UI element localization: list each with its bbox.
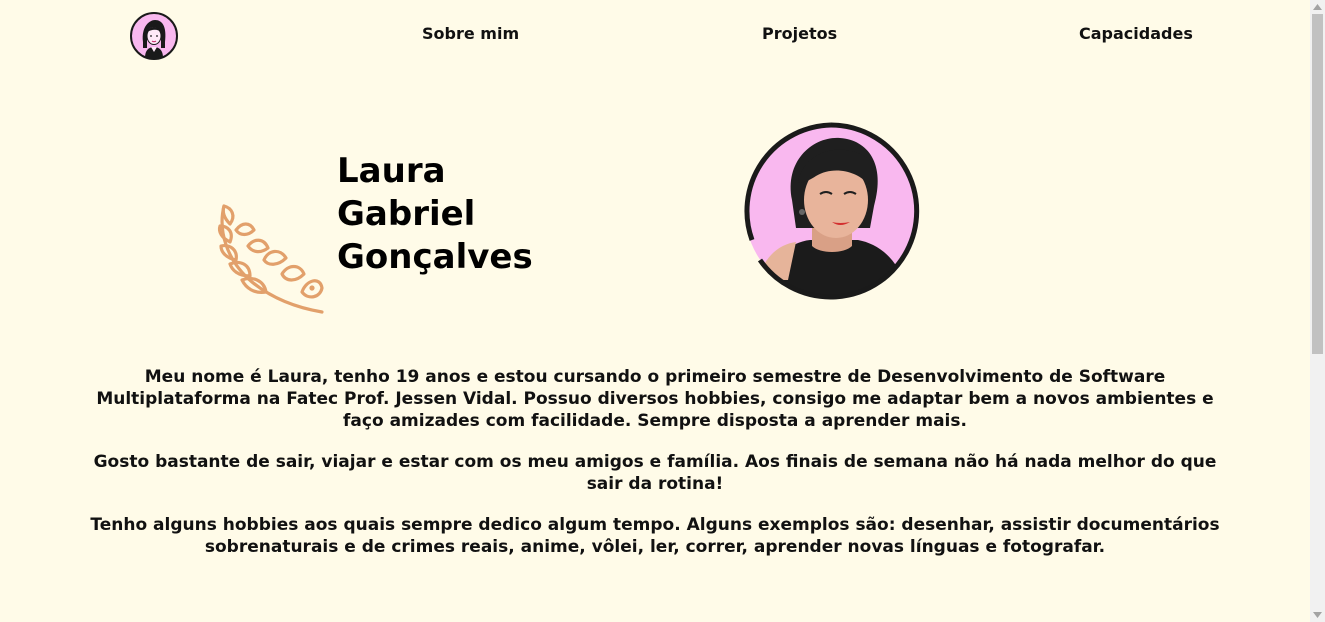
about-section: Meu nome é Laura, tenho 19 anos e estou … <box>90 366 1220 577</box>
hero-name-middle: Gabriel <box>337 194 476 234</box>
vertical-scrollbar[interactable] <box>1310 0 1325 622</box>
page: Sobre mim Projetos Capacidades Laura Gab… <box>0 0 1310 622</box>
about-paragraph-1: Meu nome é Laura, tenho 19 anos e estou … <box>96 367 1214 431</box>
scroll-down-arrow-icon[interactable] <box>1310 608 1325 622</box>
hero-name-last: Gonçalves <box>337 237 533 277</box>
about-paragraph-2: Gosto bastante de sair, viajar e estar c… <box>93 452 1217 494</box>
scroll-up-arrow-icon[interactable] <box>1310 0 1325 14</box>
nav-link-sobre-mim[interactable]: Sobre mim <box>422 24 519 43</box>
logo-avatar-icon[interactable] <box>130 12 178 60</box>
scrollbar-thumb[interactable] <box>1312 14 1323 354</box>
hero-name: Laura Gabriel Gonçalves <box>337 150 577 279</box>
nav-link-capacidades[interactable]: Capacidades <box>1079 24 1193 43</box>
profile-photo <box>740 120 922 302</box>
nav-link-projetos[interactable]: Projetos <box>762 24 837 43</box>
hero-name-first: Laura <box>337 151 446 191</box>
laurel-branch-icon <box>212 200 328 316</box>
about-paragraph-3: Tenho alguns hobbies aos quais sempre de… <box>90 515 1220 557</box>
